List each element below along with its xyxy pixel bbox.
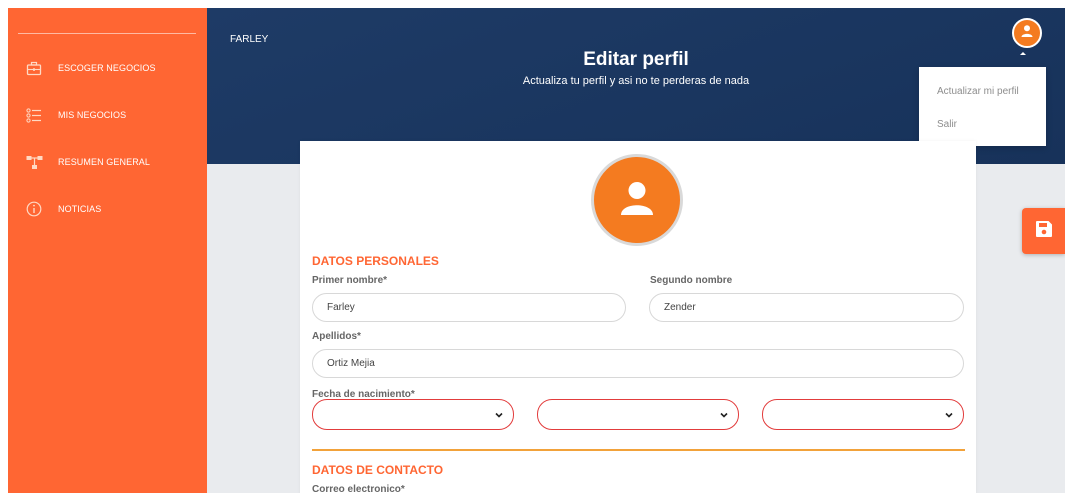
sidebar-item-label: NOTICIAS (58, 204, 102, 214)
section-title-personal: DATOS PERSONALES (312, 254, 439, 268)
sidebar-item-escoger-negocios[interactable]: ESCOGER NEGOCIOS (8, 53, 207, 83)
birth-year-select[interactable] (762, 399, 964, 430)
sidebar-item-label: MIS NEGOCIOS (58, 110, 127, 120)
section-title-contact: DATOS DE CONTACTO (312, 463, 444, 477)
section-divider (312, 449, 965, 451)
first-name-label: Primer nombre* (312, 275, 388, 286)
user-icon (617, 178, 657, 223)
app-frame: ESCOGER NEGOCIOS MIS NEGOCIOS RESUMEN GE… (8, 8, 1065, 493)
save-button[interactable] (1022, 208, 1065, 254)
info-icon (25, 200, 43, 218)
hierarchy-icon (25, 153, 43, 171)
user-menu: Actualizar mi perfil Salir (919, 67, 1046, 146)
chevron-down-icon (720, 412, 728, 418)
sidebar: ESCOGER NEGOCIOS MIS NEGOCIOS RESUMEN GE… (8, 8, 207, 493)
sidebar-item-label: RESUMEN GENERAL (58, 157, 151, 167)
email-label: Correo electronico* (312, 484, 405, 493)
sidebar-item-label: ESCOGER NEGOCIOS (58, 63, 156, 73)
sidebar-item-mis-negocios[interactable]: MIS NEGOCIOS (8, 100, 207, 130)
profile-form-card: DATOS PERSONALES Primer nombre* Segundo … (300, 141, 976, 493)
chevron-down-icon (495, 412, 503, 418)
briefcase-icon (25, 59, 43, 77)
second-name-label: Segundo nombre (650, 275, 733, 286)
sidebar-item-noticias[interactable]: NOTICIAS (8, 194, 207, 224)
user-avatar-button[interactable] (1012, 18, 1042, 48)
list-icon (25, 106, 43, 124)
menu-item-salir[interactable]: Salir (937, 119, 957, 130)
birth-month-select[interactable] (537, 399, 739, 430)
menu-item-actualizar-perfil[interactable]: Actualizar mi perfil (937, 86, 1019, 97)
caret-up-icon (1020, 52, 1026, 55)
user-icon (1020, 24, 1034, 43)
sidebar-item-resumen-general[interactable]: RESUMEN GENERAL (8, 147, 207, 177)
sidebar-divider (18, 33, 196, 34)
chevron-down-icon (945, 412, 953, 418)
last-names-input[interactable] (312, 349, 964, 378)
last-names-label: Apellidos* (312, 331, 361, 342)
second-name-input[interactable] (649, 293, 964, 322)
first-name-input[interactable] (312, 293, 626, 322)
profile-avatar[interactable] (591, 154, 683, 246)
birth-day-select[interactable] (312, 399, 514, 430)
floppy-disk-icon (1035, 220, 1053, 243)
username: FARLEY (230, 34, 269, 45)
